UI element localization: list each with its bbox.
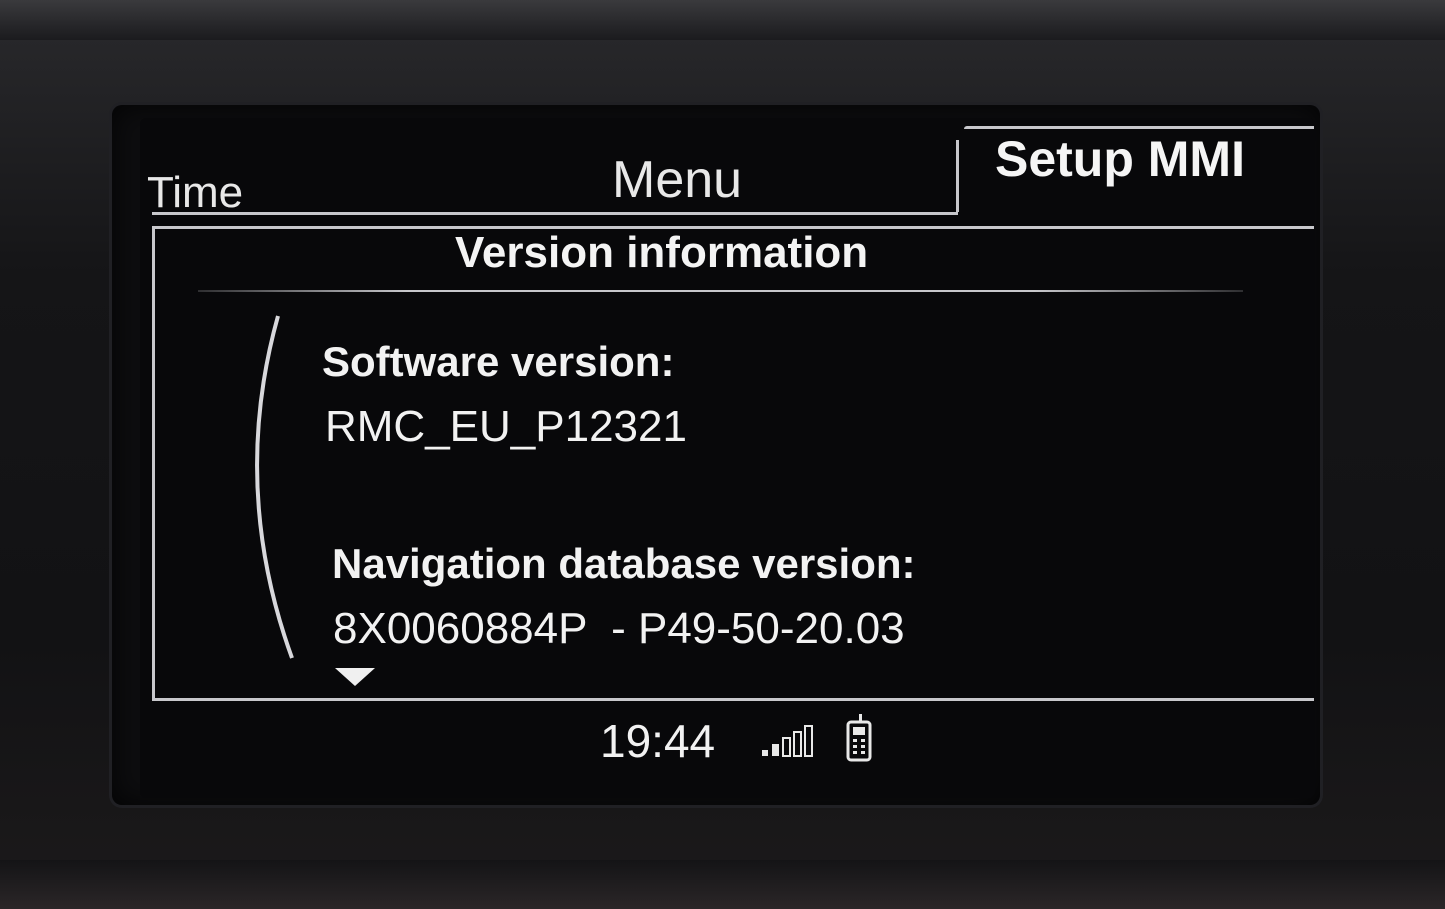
bezel-bottom-trim bbox=[0, 860, 1445, 909]
software-version-label: Software version: bbox=[322, 338, 675, 385]
tab-menu[interactable]: Menu bbox=[612, 150, 742, 210]
clock: 19:44 bbox=[600, 715, 716, 767]
tab-setup-mmi[interactable]: Setup MMI bbox=[995, 130, 1245, 188]
scroll-down-icon[interactable] bbox=[335, 668, 375, 686]
title-divider bbox=[198, 290, 1243, 292]
bezel-top-trim bbox=[0, 0, 1445, 40]
page-title: Version information bbox=[455, 228, 869, 277]
tab-time[interactable]: Time bbox=[147, 168, 243, 218]
tab-outline-top bbox=[964, 126, 1314, 129]
phone-icon bbox=[846, 714, 872, 762]
nav-db-version-label: Navigation database version: bbox=[332, 540, 916, 587]
tab-outline-left bbox=[956, 140, 959, 212]
tab-outline-bottom bbox=[152, 212, 958, 215]
scroll-arc-icon bbox=[255, 315, 294, 659]
signal-strength-icon bbox=[762, 725, 813, 757]
software-version-value: RMC_EU_P12321 bbox=[325, 402, 687, 451]
nav-db-version-value: 8X0060884P - P49-50-20.03 bbox=[333, 604, 905, 653]
